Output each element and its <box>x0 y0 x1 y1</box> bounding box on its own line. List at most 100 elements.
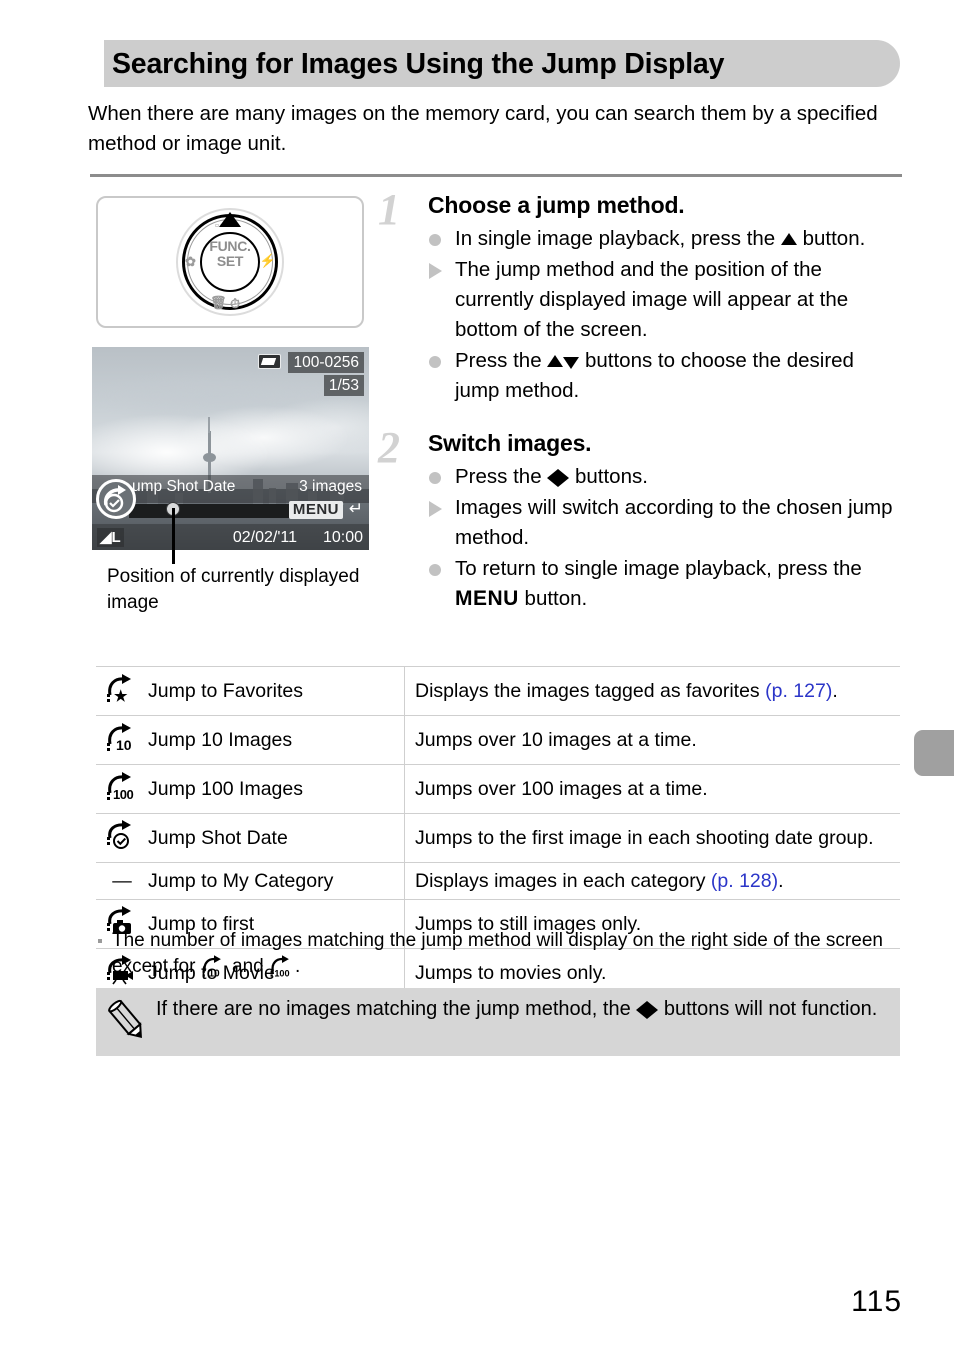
table-row: — Jump to My Category Displays images in… <box>96 862 901 900</box>
jump-10-images-icon: 10 <box>201 954 227 986</box>
triangle-bullet-icon <box>429 501 442 517</box>
caption-leader-line <box>172 508 175 564</box>
table-row: 100 Jump 100 Images Jumps over 100 image… <box>96 764 901 814</box>
step-title: Choose a jump method. <box>428 192 685 218</box>
desc-text: Displays images in each category <box>415 870 711 892</box>
return-arrow-icon: ↵ <box>348 499 363 518</box>
dot-bullet-icon <box>429 472 441 484</box>
page-reference-link[interactable]: (p. 127) <box>765 680 832 702</box>
dot-bullet-icon <box>429 356 441 368</box>
list-item: In single image playback, press the butt… <box>428 224 902 254</box>
section-divider <box>90 174 902 177</box>
jump-method-desc: Displays the images tagged as favorites … <box>405 667 901 716</box>
desc-text: Jumps to the first image in each shootin… <box>415 827 874 849</box>
jump-match-count: 3 images <box>299 478 362 495</box>
item-text-b: button. <box>518 587 588 610</box>
up-arrow-icon <box>547 354 564 367</box>
jump-shot-date-icon <box>96 479 136 519</box>
jump-method-desc: Jumps over 10 images at a time. <box>405 716 901 765</box>
item-text-a: In single image playback, press the <box>455 227 781 250</box>
list-item: Images will switch according to the chos… <box>428 493 902 553</box>
list-item: To return to single image playback, pres… <box>428 554 902 614</box>
up-arrow-icon <box>219 212 241 227</box>
page-reference-link[interactable]: (p. 128) <box>711 870 778 892</box>
svg-text:100: 100 <box>274 969 289 978</box>
func-label: FUNC. <box>209 238 251 254</box>
image-index: 1/53 <box>323 375 364 396</box>
dot-bullet-icon <box>429 234 441 246</box>
flash-bolt-icon: ⚡ <box>259 253 276 268</box>
jump-method-desc: Jumps to the first image in each shootin… <box>405 814 901 863</box>
trash-icon: 🗑 <box>210 295 227 310</box>
self-timer-icon: ⏱ <box>230 296 241 311</box>
item-text-a: To return to single image playback, pres… <box>455 557 862 580</box>
shot-date: 02/02/'11 <box>232 529 297 546</box>
desc-end: . <box>778 870 784 892</box>
list-item: The jump method and the position of the … <box>428 255 902 345</box>
item-text-a: Press the <box>455 465 548 488</box>
step-number: 2 <box>378 423 400 472</box>
step-items: Press the buttons. Images will switch ac… <box>428 462 902 614</box>
up-arrow-icon <box>780 232 797 245</box>
item-text: Images will switch according to the chos… <box>455 496 893 549</box>
image-quality-icon: ◢L <box>97 528 124 547</box>
battery-full-icon <box>258 354 281 369</box>
shot-time: 10:00 <box>322 529 363 546</box>
jump-10-images-icon: 10 <box>96 716 148 765</box>
right-arrow-icon <box>647 1000 659 1019</box>
step-1: 1 Choose a jump method. In single image … <box>378 185 902 406</box>
star-glyph: ★ <box>114 688 128 705</box>
jump-method-name: Jump Shot Date <box>148 813 405 863</box>
jump-to-favorites-icon: ★ <box>96 667 148 716</box>
item-text: The jump method and the position of the … <box>455 258 849 341</box>
quality-label: L <box>111 529 121 546</box>
folder-file-number: 100-0256 <box>288 352 364 373</box>
desc-end: . <box>832 680 838 702</box>
note-text-a: If there are no images matching the jump… <box>156 998 637 1020</box>
item-text-a: Press the <box>455 349 548 372</box>
pencil-note-icon <box>102 996 152 1046</box>
menu-chip[interactable]: MENU <box>288 501 343 519</box>
step-items: In single image playback, press the butt… <box>428 224 902 406</box>
intro-paragraph: When there are many images on the memory… <box>88 102 878 155</box>
dot-bullet-icon <box>429 564 441 576</box>
control-dial-illustration: ▫▪ FUNC. SET ✿ ⚡ 🗑 ⏱ <box>96 196 364 328</box>
jump-shot-date-icon <box>96 814 148 863</box>
page-title: Searching for Images Using the Jump Disp… <box>112 48 725 80</box>
func-set-label: FUNC. SET <box>200 239 260 268</box>
chapter-index-tab <box>914 730 954 776</box>
table-row: Jump Shot Date Jumps to the first image … <box>96 813 901 863</box>
no-icon-dash: — <box>112 870 132 892</box>
jump-method-name: Jump 100 Images <box>148 764 405 814</box>
item-text-b: buttons. <box>569 465 648 488</box>
ten-glyph: 10 <box>116 737 132 753</box>
desc-text: Displays the images tagged as favorites <box>415 680 766 702</box>
step-number: 1 <box>378 185 400 234</box>
footnote-text-c: . <box>294 956 301 977</box>
note-text: If there are no images matching the jump… <box>156 995 896 1023</box>
jump-method-label: ump Shot Date <box>132 478 236 495</box>
hundred-glyph: 100 <box>113 787 134 802</box>
step-title: Switch images. <box>428 430 592 456</box>
list-item: Press the buttons to choose the desired … <box>428 346 902 406</box>
jump-100-images-icon: 100 <box>269 954 295 986</box>
left-arrow-icon <box>547 468 559 487</box>
lcd-caption: Position of currently displayed image <box>107 566 360 613</box>
desc-text: Jumps over 10 images at a time. <box>415 729 697 751</box>
desc-text: Jumps over 100 images at a time. <box>415 778 708 800</box>
jump-method-desc: Displays images in each category (p. 128… <box>405 863 901 900</box>
camera-lcd-screenshot: 100-0256 1/53 ump Shot Date 3 images MEN… <box>92 347 369 550</box>
jump-100-images-icon: 100 <box>96 765 148 814</box>
step-2: 2 Switch images. Press the buttons. Imag… <box>378 423 902 614</box>
triangle-bullet-icon <box>429 263 442 279</box>
jump-method-name: Jump to Favorites <box>148 666 405 716</box>
set-label: SET <box>216 252 244 269</box>
down-arrow-icon <box>563 356 580 369</box>
left-arrow-icon <box>636 1000 648 1019</box>
jump-method-desc: Jumps over 100 images at a time. <box>405 765 901 814</box>
footnote: The number of images matching the jump m… <box>96 928 896 986</box>
page-number: 115 <box>851 1285 902 1318</box>
item-text-b: button. <box>796 227 866 250</box>
control-dial: ▫▪ FUNC. SET ✿ ⚡ 🗑 ⏱ <box>171 203 289 321</box>
jump-method-name: Jump to My Category <box>148 862 405 900</box>
